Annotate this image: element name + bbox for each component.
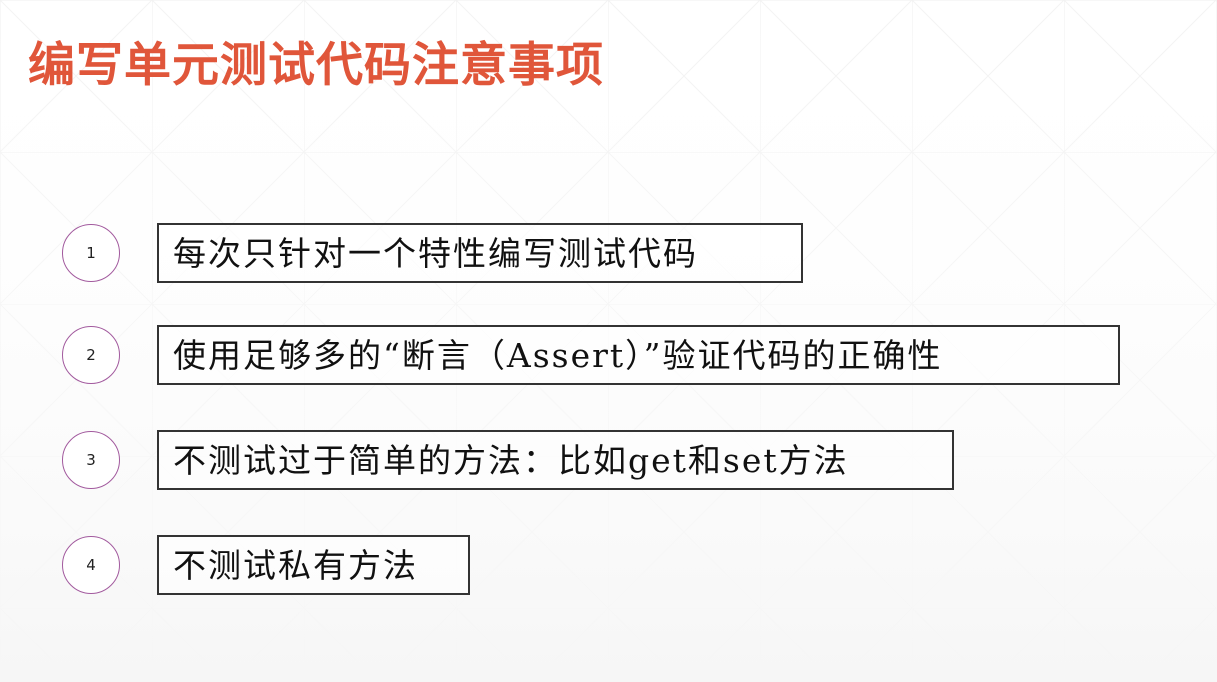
item-number-badge: 1 <box>62 224 120 282</box>
item-number-badge: 4 <box>62 536 120 594</box>
list-item-1: 1 每次只针对一个特性编写测试代码 <box>62 222 803 284</box>
list-item-2: 2 使用足够多的“断言（Assert）”验证代码的正确性 <box>62 324 1120 386</box>
item-number-badge: 2 <box>62 326 120 384</box>
item-text-box: 不测试过于简单的方法：比如get和set方法 <box>157 430 954 490</box>
item-text-box: 不测试私有方法 <box>157 535 470 595</box>
item-text: 不测试私有方法 <box>173 545 418 585</box>
slide-title: 编写单元测试代码注意事项 <box>28 38 604 93</box>
item-number-badge: 3 <box>62 431 120 489</box>
item-text: 不测试过于简单的方法：比如get和set方法 <box>173 440 849 480</box>
item-text: 每次只针对一个特性编写测试代码 <box>173 233 698 273</box>
item-text-box: 每次只针对一个特性编写测试代码 <box>157 223 803 283</box>
item-text-box: 使用足够多的“断言（Assert）”验证代码的正确性 <box>157 325 1120 385</box>
list-item-4: 4 不测试私有方法 <box>62 534 470 596</box>
item-text: 使用足够多的“断言（Assert）”验证代码的正确性 <box>173 335 943 375</box>
list-item-3: 3 不测试过于简单的方法：比如get和set方法 <box>62 429 954 491</box>
